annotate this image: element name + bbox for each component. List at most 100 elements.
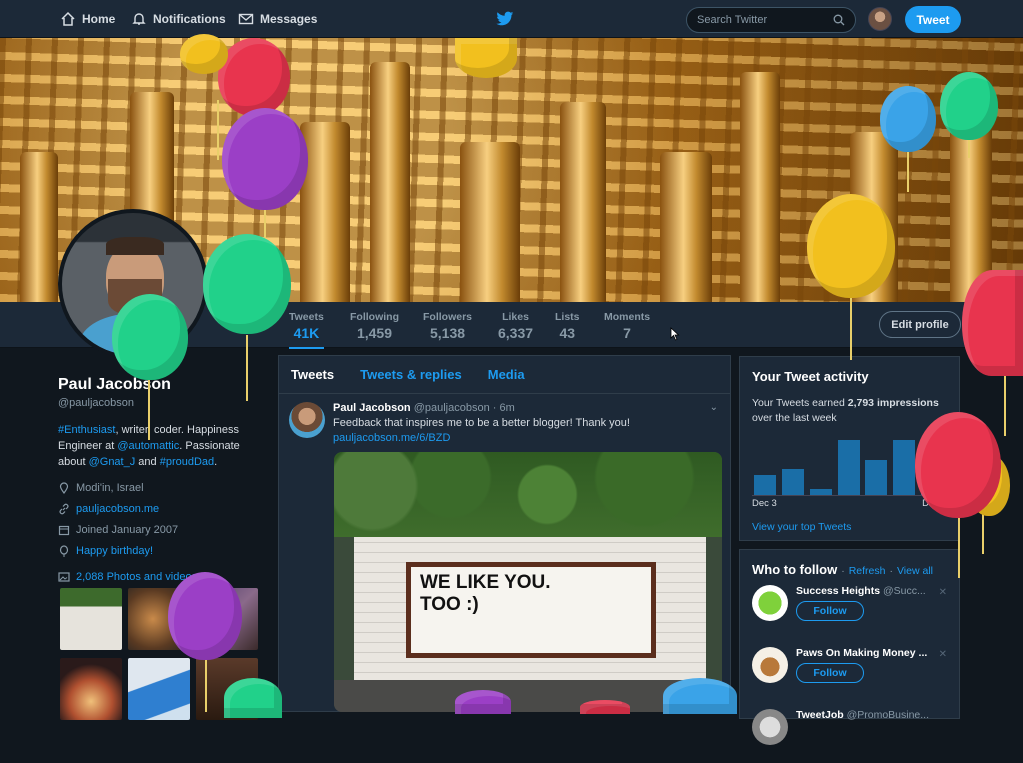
suggested-account-name[interactable]: TweetJob @PromoBusine...	[796, 709, 936, 721]
balloon-string	[907, 152, 909, 192]
balloon-string	[958, 516, 960, 578]
banner-sand-tower	[560, 102, 606, 302]
suggested-account-name[interactable]: Paws On Making Money ...	[796, 647, 936, 659]
bio-text: .	[214, 456, 218, 468]
banner-sand-tower	[300, 122, 350, 302]
suggested-account-avatar[interactable]	[752, 585, 788, 621]
activity-date-start: Dec 3	[752, 498, 777, 509]
purple-balloon	[222, 108, 308, 210]
bio-mention-link[interactable]: @automattic	[117, 440, 179, 452]
tweet-timestamp[interactable]: · 6m	[493, 402, 515, 414]
tweet-link[interactable]: pauljacobson.me/6/BZD	[333, 432, 450, 444]
red-balloon	[915, 412, 1001, 518]
nav-messages-label: Messages	[260, 12, 318, 26]
media-thumbnail[interactable]	[60, 658, 122, 720]
nav-messages[interactable]: Messages	[238, 0, 317, 38]
stat-lists[interactable]: Lists 43	[555, 311, 580, 341]
tweet-author-avatar[interactable]	[289, 402, 325, 438]
profile-website[interactable]: pauljacobson.me	[58, 503, 263, 515]
close-icon[interactable]: ✕	[939, 587, 947, 598]
tweet-photo[interactable]: WE LIKE YOU. TOO :)	[334, 452, 722, 712]
purple-balloon	[168, 572, 242, 660]
profile-birthday[interactable]: Happy birthday!	[58, 545, 263, 557]
view-top-tweets-link[interactable]: View your top Tweets	[752, 521, 947, 533]
separator: ·	[889, 565, 893, 577]
account-name: TweetJob	[796, 709, 844, 721]
media-thumbnail[interactable]	[128, 658, 190, 720]
activity-bar[interactable]	[893, 439, 916, 495]
view-all-link[interactable]: View all	[897, 565, 933, 577]
twitter-bird-icon[interactable]	[496, 11, 514, 27]
refresh-link[interactable]: Refresh	[849, 565, 886, 577]
tweet-author-name[interactable]: Paul Jacobson	[333, 402, 411, 414]
bio-hashtag-link[interactable]: #Enthusiast	[58, 424, 115, 436]
media-thumbnail[interactable]	[60, 588, 122, 650]
website-link[interactable]: pauljacobson.me	[76, 503, 159, 515]
account-name: Success Heights	[796, 585, 881, 597]
balloon-string	[246, 335, 248, 401]
edit-profile-button[interactable]: Edit profile	[879, 311, 961, 338]
yellow-balloon	[807, 194, 895, 298]
chevron-down-icon[interactable]: ⌄	[710, 402, 718, 413]
stat-value: 5,138	[429, 325, 466, 341]
tweet-text: Feedback that inspires me to be a better…	[333, 416, 720, 446]
bio-mention-link[interactable]: @Gnat_J	[89, 456, 136, 468]
tweet-header: Paul Jacobson @pauljacobson · 6m	[333, 402, 720, 414]
tab-media[interactable]: Media	[488, 367, 525, 382]
activity-bar[interactable]	[865, 460, 888, 495]
compose-tweet-button[interactable]: Tweet	[905, 6, 961, 33]
activity-text: over the last week	[752, 412, 837, 424]
stat-followers[interactable]: Followers 5,138	[423, 311, 472, 341]
top-navigation-bar: Home Notifications Messages Search Twitt…	[0, 0, 1023, 38]
nav-notifications[interactable]: Notifications	[131, 0, 226, 38]
activity-bar[interactable]	[754, 474, 776, 495]
birthday-text[interactable]: Happy birthday!	[76, 545, 153, 557]
balloon-string	[982, 514, 984, 554]
separator: ·	[841, 565, 845, 577]
stat-moments[interactable]: Moments 7	[604, 311, 650, 341]
envelope-icon	[238, 13, 254, 25]
suggested-account-avatar[interactable]	[752, 647, 788, 683]
avatar-hair	[106, 237, 164, 255]
stat-likes[interactable]: Likes 6,337	[498, 311, 533, 341]
activity-bar[interactable]	[781, 468, 804, 495]
activity-bar[interactable]	[837, 439, 860, 495]
search-input[interactable]: Search Twitter	[686, 7, 856, 33]
bio-hashtag-link[interactable]: #proudDad	[160, 456, 214, 468]
follow-button[interactable]: Follow	[796, 663, 864, 683]
stat-tweets[interactable]: Tweets 41K	[289, 311, 324, 349]
who-to-follow-title: Who to follow	[752, 562, 838, 577]
green-balloon	[112, 294, 188, 380]
suggested-account-avatar[interactable]	[752, 709, 788, 745]
balloon-string	[850, 296, 852, 360]
banner-sand-tower	[370, 62, 410, 302]
photos-count-link[interactable]: 2,088 Photos and videos	[76, 571, 197, 583]
stat-label: Tweets	[289, 311, 324, 323]
banner-sand-tower	[20, 152, 58, 302]
tab-tweets-and-replies[interactable]: Tweets & replies	[360, 367, 462, 382]
stat-label: Moments	[604, 311, 651, 323]
photo-sign-text: WE LIKE YOU. TOO :)	[420, 572, 551, 615]
stat-value: 6,337	[498, 325, 534, 341]
photo-ivy	[334, 452, 722, 537]
tweet-body: Feedback that inspires me to be a better…	[333, 417, 630, 429]
activity-bar[interactable]	[809, 489, 832, 495]
nav-home[interactable]: Home	[60, 0, 115, 38]
stat-following[interactable]: Following 1,459	[350, 311, 399, 341]
close-icon[interactable]: ✕	[939, 649, 947, 660]
balloon-icon	[59, 545, 69, 557]
who-to-follow-panel: Who to follow · Refresh · View all Succe…	[739, 549, 960, 745]
tab-tweets[interactable]: Tweets	[291, 367, 334, 382]
activity-impressions: 2,793 impressions	[847, 397, 939, 409]
green-balloon	[203, 234, 291, 334]
suggested-account-name[interactable]: Success Heights @Succ...	[796, 585, 936, 597]
stat-label: Followers	[423, 311, 473, 323]
link-icon	[59, 503, 69, 515]
nav-notifications-label: Notifications	[153, 12, 226, 26]
suggested-account: TweetJob @PromoBusine...	[752, 709, 947, 763]
account-avatar[interactable]	[868, 7, 892, 31]
follow-button[interactable]: Follow	[796, 601, 864, 621]
photos-and-videos-link[interactable]: 2,088 Photos and videos	[58, 571, 263, 583]
tweet-item[interactable]: Paul Jacobson @pauljacobson · 6m Feedbac…	[279, 394, 730, 446]
location-pin-icon	[59, 482, 69, 494]
